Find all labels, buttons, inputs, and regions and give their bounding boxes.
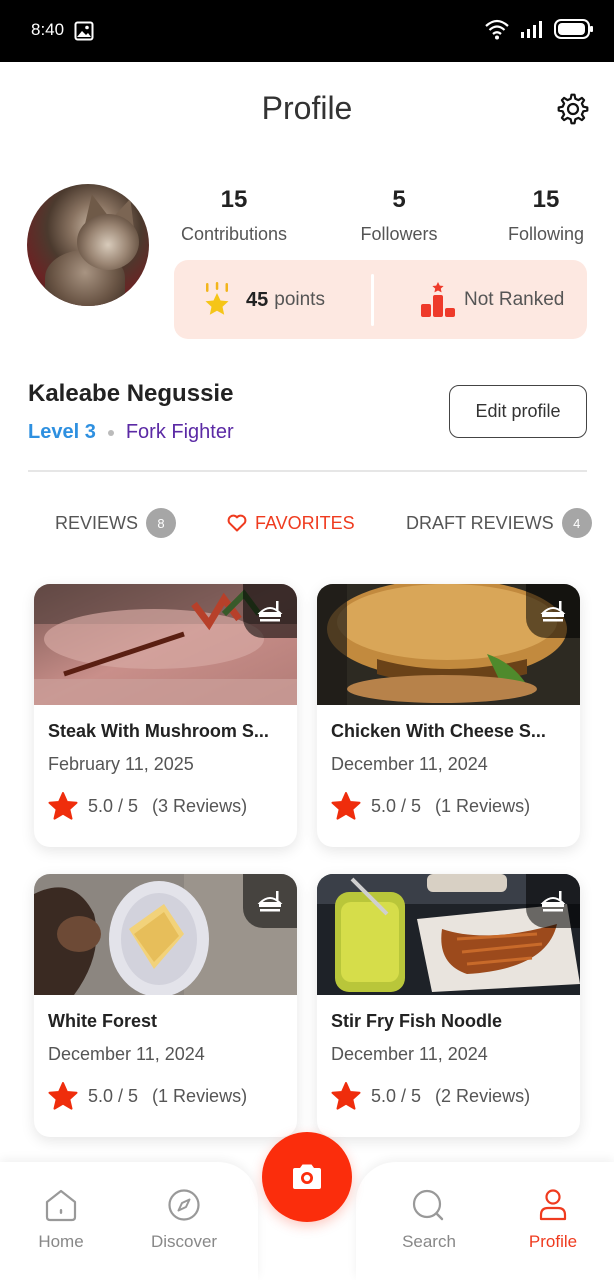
stat-label: Contributions: [180, 224, 288, 244]
star-icon: [331, 1082, 361, 1110]
stat-following[interactable]: 15 Following: [500, 186, 592, 245]
nav-label: Search: [402, 1232, 456, 1251]
user-level-row: Level 3 Fork Fighter: [28, 421, 234, 444]
avatar: [27, 184, 149, 306]
nav-label: Discover: [150, 1232, 218, 1251]
card-date: December 11, 2024: [331, 754, 488, 774]
points-divider: [371, 274, 374, 326]
nav-label: Home: [38, 1232, 84, 1251]
stat-value: 5: [392, 186, 406, 213]
search-icon: [412, 1189, 444, 1221]
star-icon: [48, 792, 78, 820]
rating-value: 5.0 / 5: [371, 795, 422, 816]
review-card[interactable]: Steak With Mushroom S... February 11, 20…: [34, 584, 297, 847]
rank-summary: Not Ranked: [420, 282, 564, 318]
compass-icon: [168, 1189, 200, 1221]
stat-value: 15: [220, 186, 248, 213]
gear-icon[interactable]: [556, 92, 590, 126]
header: Profile: [0, 62, 614, 154]
card-rating: 5.0 / 5 (3 Reviews): [48, 792, 247, 820]
points-summary: 45 points: [202, 282, 325, 318]
card-rating: 5.0 / 5 (1 Reviews): [48, 1082, 247, 1110]
tab-count-badge: 4: [561, 508, 592, 538]
status-bar: 8:40: [0, 0, 614, 62]
nav-discover[interactable]: Discover: [144, 1188, 224, 1252]
signal-icon: [521, 21, 542, 38]
avatar-cat-face: [77, 214, 139, 270]
tab-favorites[interactable]: FAVORITES: [227, 506, 355, 540]
tray-icon: [243, 874, 297, 928]
card-title: Steak With Mushroom S...: [48, 721, 269, 741]
tray-icon: [526, 584, 580, 638]
card-date: December 11, 2024: [48, 1044, 205, 1064]
nav-search[interactable]: Search: [396, 1188, 462, 1252]
tab-label: FAVORITES: [255, 512, 355, 533]
image-icon: [74, 21, 94, 41]
points-card: 45 points Not Ranked: [174, 260, 587, 339]
stat-contributions[interactable]: 15 Contributions: [172, 186, 296, 245]
stat-label: Following: [507, 224, 585, 244]
tray-icon: [243, 584, 297, 638]
card-rating: 5.0 / 5 (1 Reviews): [331, 792, 530, 820]
card-title: Chicken With Cheese S...: [331, 721, 546, 741]
review-card[interactable]: White Forest December 11, 2024 5.0 / 5 (…: [34, 874, 297, 1137]
review-card[interactable]: Stir Fry Fish Noodle December 11, 2024 5…: [317, 874, 580, 1137]
user-level: Level 3: [28, 421, 96, 443]
nav-home[interactable]: Home: [28, 1188, 94, 1252]
tab-draft-reviews[interactable]: DRAFT REVIEWS 4: [406, 506, 592, 540]
rating-value: 5.0 / 5: [88, 795, 139, 816]
review-count: (1 Reviews): [435, 795, 531, 816]
home-icon: [45, 1189, 77, 1222]
rating-value: 5.0 / 5: [88, 1085, 139, 1106]
tab-label: REVIEWS: [55, 512, 139, 533]
star-icon: [48, 1082, 78, 1110]
review-card[interactable]: Chicken With Cheese S... December 11, 20…: [317, 584, 580, 847]
user-name: Kaleabe Negussie: [28, 380, 234, 407]
camera-button[interactable]: [262, 1132, 352, 1222]
card-title: White Forest: [48, 1011, 158, 1031]
user-icon: [539, 1189, 567, 1221]
wifi-icon: [485, 19, 509, 40]
stat-value: 15: [532, 186, 560, 213]
nav-label: Profile: [528, 1232, 578, 1251]
tray-icon: [526, 874, 580, 928]
page-title: Profile: [261, 90, 353, 126]
review-count: (2 Reviews): [435, 1085, 531, 1106]
rank-label: Not Ranked: [464, 289, 565, 310]
nav-profile[interactable]: Profile: [522, 1188, 584, 1252]
tab-bar: REVIEWS 8 FAVORITES DRAFT REVIEWS 4: [0, 506, 614, 542]
review-count: (3 Reviews): [152, 795, 248, 816]
rating-value: 5.0 / 5: [371, 1085, 422, 1106]
user-title: Fork Fighter: [125, 421, 234, 443]
star-icon: [331, 792, 361, 820]
separator-dot: [107, 429, 114, 436]
podium-icon: [421, 282, 455, 317]
card-title: Stir Fry Fish Noodle: [331, 1011, 503, 1031]
stat-label: Followers: [360, 224, 438, 244]
points-value: 45: [246, 288, 269, 311]
points-unit: points: [274, 289, 325, 310]
camera-icon: [293, 1164, 321, 1189]
tab-reviews[interactable]: REVIEWS 8: [55, 506, 177, 540]
trophy-star-icon: [205, 282, 229, 315]
card-date: December 11, 2024: [331, 1044, 488, 1064]
card-rating: 5.0 / 5 (2 Reviews): [331, 1082, 530, 1110]
status-time: 8:40: [31, 20, 65, 39]
tab-count-badge: 8: [146, 508, 177, 538]
heart-icon: [227, 514, 247, 532]
stat-followers[interactable]: 5 Followers: [352, 186, 446, 245]
tab-label: DRAFT REVIEWS: [406, 512, 554, 533]
divider: [28, 470, 587, 472]
review-count: (1 Reviews): [152, 1085, 248, 1106]
battery-icon: [554, 19, 593, 39]
edit-profile-button[interactable]: Edit profile: [449, 385, 587, 438]
card-date: February 11, 2025: [48, 754, 194, 774]
